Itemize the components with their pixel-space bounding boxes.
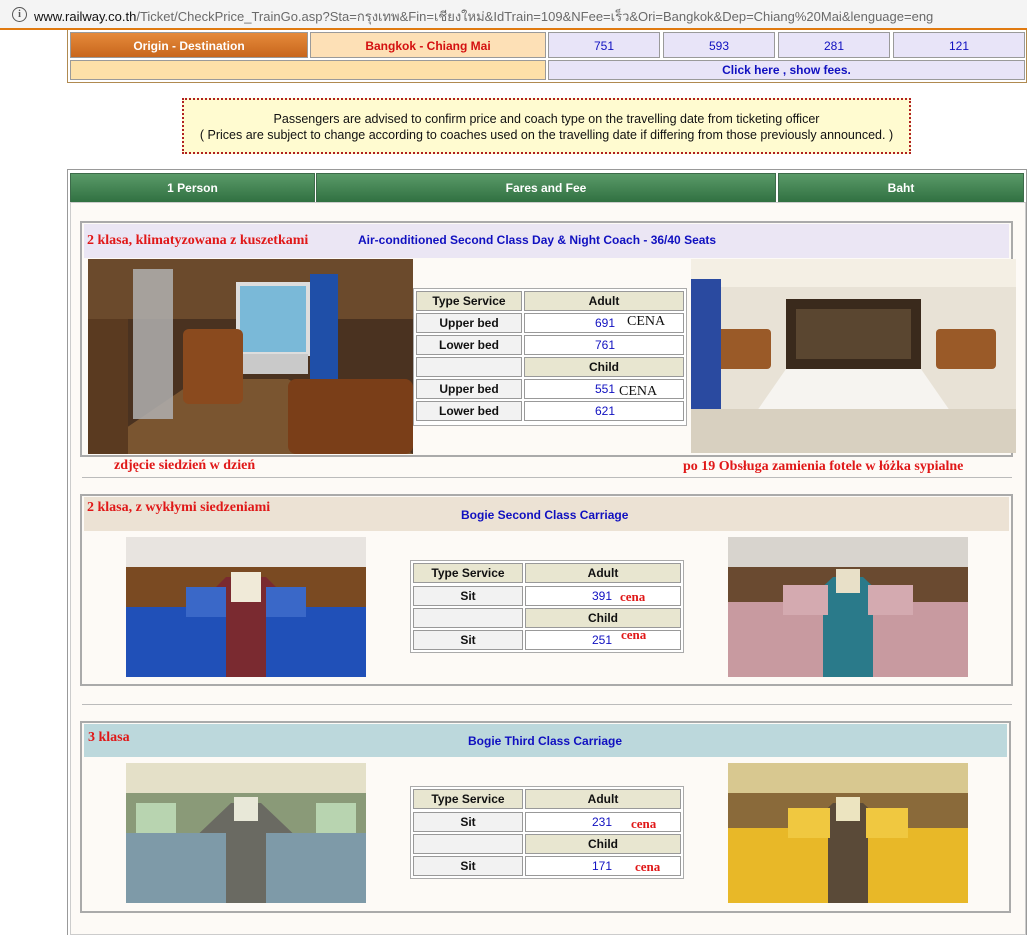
url-text[interactable]: www.railway.co.th/Ticket/CheckPrice_Trai… bbox=[34, 6, 933, 27]
blank-label bbox=[413, 834, 523, 854]
price-value: 391 bbox=[525, 586, 681, 606]
child-header: Child bbox=[525, 834, 681, 854]
url-path: /Ticket/CheckPrice_TrainGo.asp?Sta=กรุงเ… bbox=[136, 9, 934, 24]
service-name: Sit bbox=[413, 856, 523, 876]
divider bbox=[82, 477, 1012, 478]
price-number: 691 bbox=[594, 316, 615, 330]
child-header: Child bbox=[524, 357, 684, 377]
price-notice: Passengers are advised to confirm price … bbox=[182, 98, 911, 154]
price-note: cena bbox=[635, 859, 661, 874]
divider bbox=[82, 704, 1012, 705]
coach-photo-night bbox=[691, 259, 1016, 453]
polish-title: 2 klasa, z wykłymi siedzeniami bbox=[87, 500, 271, 515]
price-cell: 121 bbox=[893, 32, 1025, 58]
coach-title: Bogie Third Class Carriage bbox=[468, 734, 623, 748]
show-fees-link[interactable]: Click here , show fees. bbox=[548, 60, 1025, 80]
service-name: Sit bbox=[413, 630, 523, 650]
price-note: CENA bbox=[619, 384, 658, 399]
price-number: 551 bbox=[594, 382, 615, 396]
coach-photo-third-right bbox=[728, 763, 968, 903]
coach-title: Bogie Second Class Carriage bbox=[461, 508, 629, 522]
price-value: 621 bbox=[524, 401, 684, 421]
route-price-table: Origin - Destination Bangkok - Chiang Ma… bbox=[67, 30, 1027, 83]
price-cell: 593 bbox=[663, 32, 775, 58]
header-fares: Fares and Fee bbox=[316, 173, 776, 204]
header-baht: Baht bbox=[778, 173, 1024, 204]
type-service-header: Type Service bbox=[416, 291, 522, 311]
type-service-header: Type Service bbox=[413, 789, 523, 809]
origin-destination-value: Bangkok - Chiang Mai bbox=[310, 32, 546, 58]
coach-title: Air-conditioned Second Class Day & Night… bbox=[358, 233, 717, 247]
origin-destination-label: Origin - Destination bbox=[70, 32, 308, 58]
price-note: cena bbox=[631, 816, 657, 831]
info-icon[interactable]: i bbox=[12, 7, 27, 22]
caption-night: po 19 Obsługa zamienia fotele w łóżka sy… bbox=[683, 459, 964, 474]
coach-photo-third-left bbox=[126, 763, 366, 903]
coach-photo-second-right bbox=[728, 537, 968, 677]
price-number: 231 bbox=[591, 815, 612, 829]
price-note: cena bbox=[620, 589, 646, 604]
coach-photo-day bbox=[88, 259, 413, 454]
service-name: Sit bbox=[413, 586, 523, 606]
price-number: 391 bbox=[591, 589, 612, 603]
fare-table-sleeper: Type Service Adult Upper bed 691 Lower b… bbox=[413, 288, 687, 426]
price-note: cena bbox=[621, 627, 647, 642]
price-value: 231 bbox=[525, 812, 681, 832]
price-number: 171 bbox=[591, 859, 612, 873]
price-note: CENA bbox=[627, 314, 666, 329]
price-cell: 751 bbox=[548, 32, 660, 58]
polish-title: 3 klasa bbox=[88, 730, 130, 745]
adult-header: Adult bbox=[524, 291, 684, 311]
price-value: 761 bbox=[524, 335, 684, 355]
adult-header: Adult bbox=[525, 789, 681, 809]
browser-address-bar[interactable]: i www.railway.co.th/Ticket/CheckPrice_Tr… bbox=[0, 0, 1027, 30]
service-name: Lower bed bbox=[416, 401, 522, 421]
service-name: Upper bed bbox=[416, 313, 522, 333]
adult-header: Adult bbox=[525, 563, 681, 583]
blank-label bbox=[416, 357, 522, 377]
service-name: Lower bed bbox=[416, 335, 522, 355]
caption-day: zdjęcie siedzień w dzień bbox=[114, 458, 256, 473]
price-number: 251 bbox=[591, 633, 612, 647]
polish-title: 2 klasa, klimatyzowana z kuszetkami bbox=[87, 233, 309, 248]
price-number: 761 bbox=[594, 338, 615, 352]
price-number: 621 bbox=[594, 404, 615, 418]
notice-line-1: Passengers are advised to confirm price … bbox=[273, 112, 820, 126]
blank-label bbox=[413, 608, 523, 628]
type-service-header: Type Service bbox=[413, 563, 523, 583]
coach-photo-second-left bbox=[126, 537, 366, 677]
service-name: Upper bed bbox=[416, 379, 522, 399]
blank-cell bbox=[70, 60, 546, 80]
url-host: www.railway.co.th bbox=[34, 9, 137, 24]
service-name: Sit bbox=[413, 812, 523, 832]
notice-line-2: ( Prices are subject to change according… bbox=[199, 128, 894, 142]
price-cell: 281 bbox=[778, 32, 890, 58]
header-person: 1 Person bbox=[70, 173, 315, 204]
price-value: 251 bbox=[525, 630, 681, 650]
child-header: Child bbox=[525, 608, 681, 628]
price-value: 551 bbox=[524, 379, 684, 399]
